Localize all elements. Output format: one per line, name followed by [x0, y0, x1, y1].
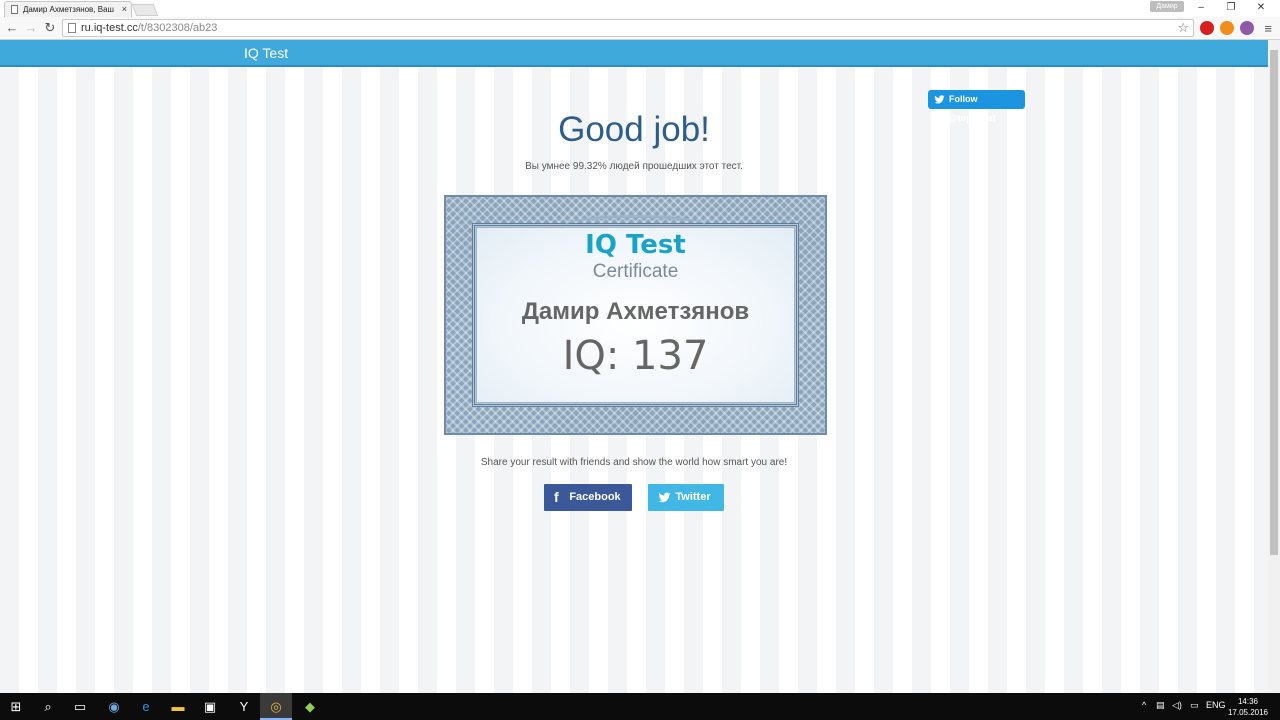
network-icon[interactable]: ▤	[1156, 700, 1165, 711]
menu-icon[interactable]: ≡	[1264, 21, 1272, 36]
yandex-browser-icon[interactable]: Y	[228, 693, 260, 720]
brand-link[interactable]: IQ Test	[244, 45, 288, 61]
system-clock[interactable]: 14:36 17.05.2016	[1228, 696, 1268, 718]
browser-tab[interactable]: Дамир Ахметзянов, Ваш ×	[4, 1, 132, 17]
facebook-icon: f	[554, 489, 559, 505]
notification-icon[interactable]: ▭	[1190, 700, 1199, 711]
profile-badge[interactable]: Дамир	[1150, 1, 1184, 12]
result-percentile: Вы умнее 99.32% людей прошедших этот тес…	[525, 161, 743, 172]
forward-icon[interactable]: →	[23, 20, 39, 36]
url-host: ru.iq-test.cc	[81, 22, 138, 34]
page-icon	[68, 23, 76, 33]
file-explorer-icon[interactable]: ▬	[162, 693, 194, 720]
certificate-iq-score: IQ: 137	[562, 333, 709, 379]
page-scrollbar[interactable]	[1268, 40, 1280, 693]
back-icon[interactable]: ←	[4, 20, 20, 36]
close-icon[interactable]: ×	[122, 4, 127, 14]
minimize-icon[interactable]: –	[1186, 0, 1216, 15]
reload-icon[interactable]: ↻	[42, 20, 58, 36]
windows-start-icon[interactable]: ⊞	[0, 693, 32, 720]
extension-icon[interactable]	[1240, 21, 1254, 35]
windows-taskbar: ⊞ ⌕ ▭ ◉ e ▬ ▣ Y ◎ ◆ ^ ▤ ◁) ▭ ENG 14:36 1…	[0, 693, 1280, 720]
store-icon[interactable]: ▣	[194, 693, 226, 720]
tray-overflow-icon[interactable]: ^	[1142, 700, 1146, 710]
facebook-share-button[interactable]: f Facebook	[544, 484, 632, 511]
twitter-follow-button[interactable]: Follow @topiqtest	[928, 90, 1025, 123]
chrome-icon[interactable]: ◎	[260, 693, 292, 720]
certificate-name: Дамир Ахметзянов	[521, 298, 750, 325]
language-indicator[interactable]: ENG	[1206, 700, 1226, 710]
search-icon[interactable]: ⌕	[32, 693, 64, 720]
clock-date: 17.05.2016	[1227, 708, 1268, 717]
url-path: /t/8302308/ab23	[137, 22, 218, 34]
browser-toolbar: ← → ↻ ru.iq-test.cc/t/8302308/ab23 ☆ ≡	[0, 17, 1280, 40]
new-tab-button[interactable]	[131, 4, 159, 16]
iq-certificate: IQ Test Certificate Дамир Ахметзянов IQ:…	[444, 195, 827, 435]
address-bar[interactable]: ru.iq-test.cc/t/8302308/ab23 ☆	[62, 19, 1194, 37]
clock-time: 14:36	[1237, 697, 1258, 706]
window-close-icon[interactable]: ✕	[1246, 0, 1276, 15]
certificate-subtitle: Certificate	[592, 261, 679, 282]
browser-tabstrip: Дамир Ахметзянов, Ваш × Дамир – ❐ ✕	[0, 0, 1280, 17]
maximize-icon[interactable]: ❐	[1216, 0, 1246, 15]
page-viewport: IQ Test Follow @topiqtest Good job! Вы у…	[0, 40, 1268, 693]
page-title: Good job!	[558, 110, 710, 149]
task-view-icon[interactable]: ▭	[64, 693, 96, 720]
opera-extension-icon[interactable]	[1200, 21, 1214, 35]
twitter-label: Twitter	[675, 491, 711, 503]
certificate-title: IQ Test	[585, 230, 686, 260]
tab-title: Дамир Ахметзянов, Ваш	[23, 5, 114, 14]
page-icon	[11, 5, 18, 14]
edge-icon[interactable]: e	[130, 693, 162, 720]
site-navbar: IQ Test	[0, 40, 1268, 67]
bluestacks-icon[interactable]: ◆	[294, 693, 326, 720]
volume-icon[interactable]: ◁)	[1172, 700, 1182, 711]
scrollbar-thumb[interactable]	[1270, 50, 1278, 555]
steam-icon[interactable]: ◉	[98, 693, 130, 720]
fire-extension-icon[interactable]	[1220, 21, 1234, 35]
bookmark-star-icon[interactable]: ☆	[1177, 20, 1189, 36]
twitter-share-button[interactable]: Twitter	[648, 484, 724, 511]
share-prompt: Share your result with friends and show …	[480, 457, 788, 468]
facebook-label: Facebook	[569, 491, 621, 503]
twitter-icon	[658, 484, 671, 520]
